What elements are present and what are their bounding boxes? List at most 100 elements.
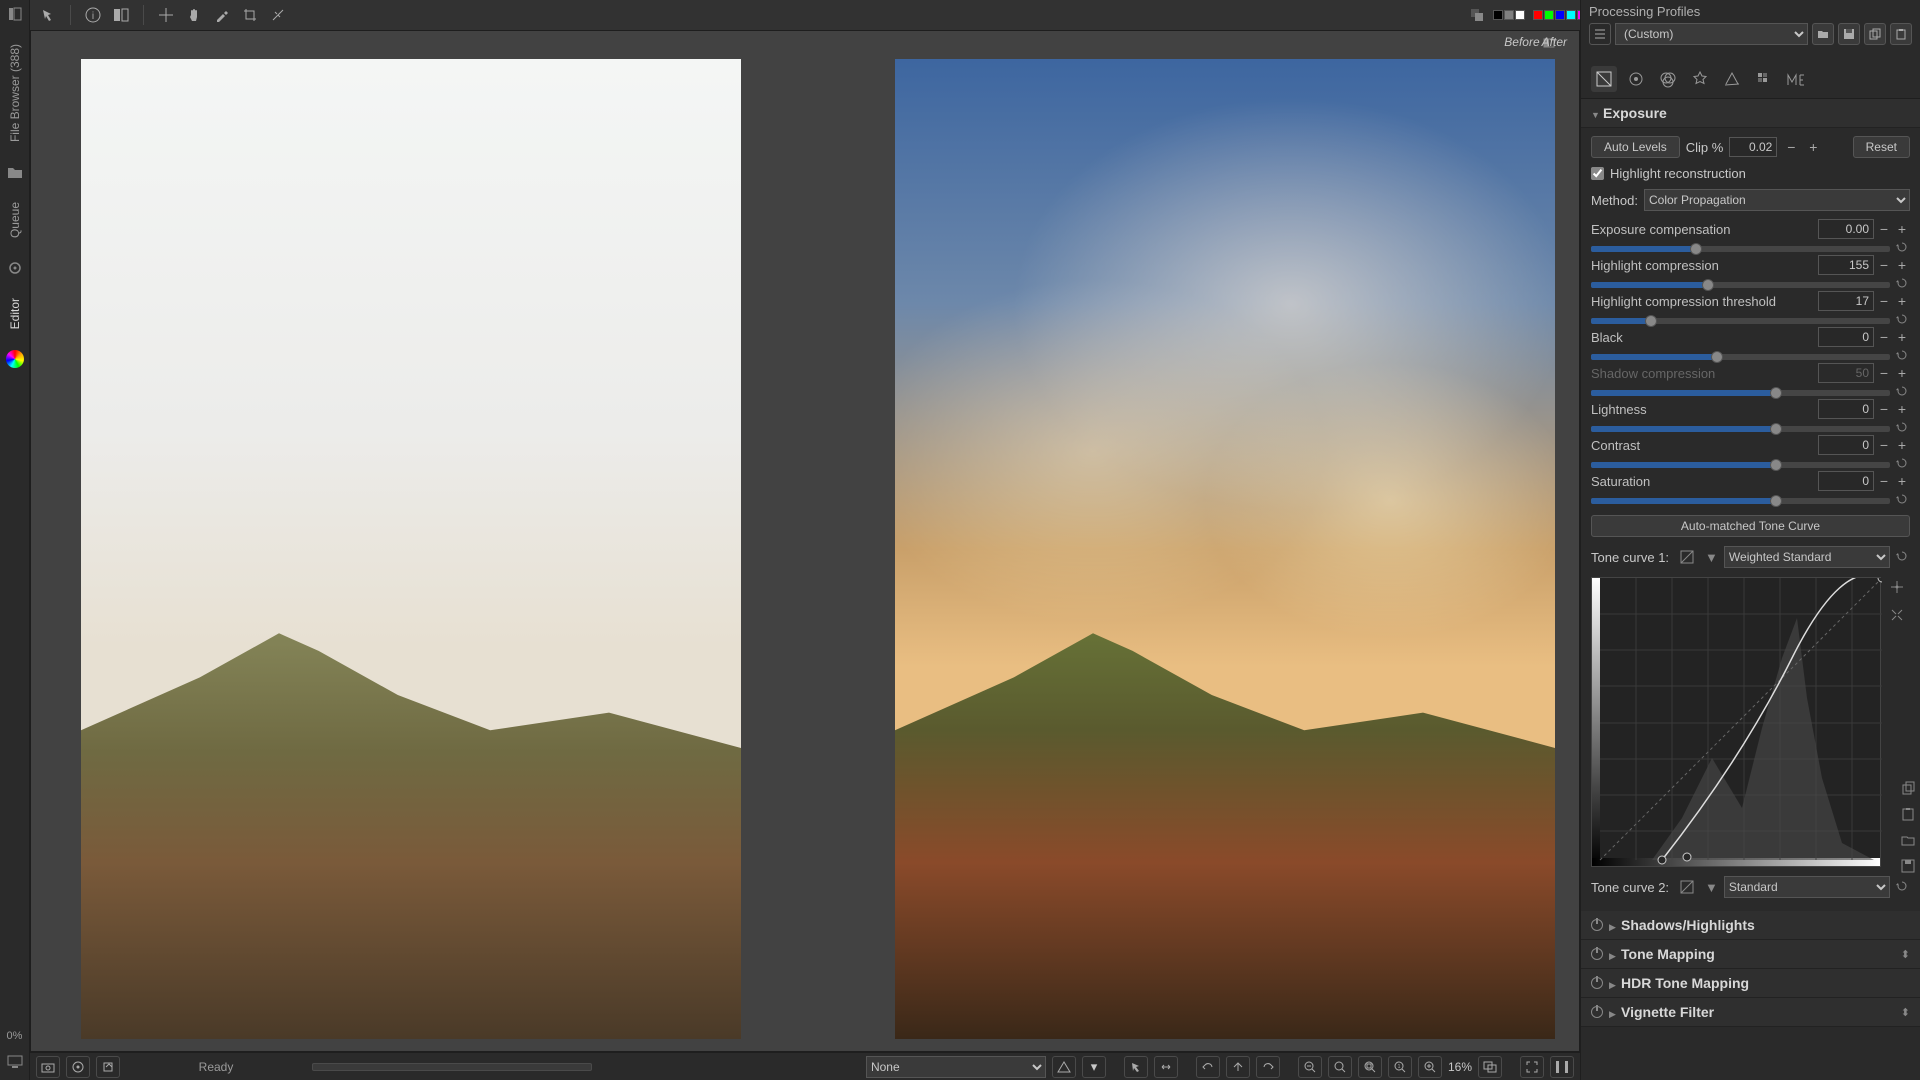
exposure-header[interactable]: Exposure [1581, 99, 1920, 128]
param-value-input[interactable] [1818, 435, 1874, 455]
tab-transform-icon[interactable] [1719, 66, 1745, 92]
reset-button[interactable]: Reset [1853, 136, 1910, 158]
save-image-icon[interactable] [36, 1056, 60, 1078]
tab-detail-icon[interactable] [1623, 66, 1649, 92]
gamut-icon[interactable] [1052, 1056, 1076, 1078]
param-minus-icon[interactable]: − [1876, 329, 1892, 345]
param-minus-icon[interactable]: − [1876, 257, 1892, 273]
image-viewer[interactable]: Before After [30, 30, 1580, 1052]
crosshair-icon[interactable] [154, 3, 178, 27]
param-plus-icon[interactable]: + [1894, 293, 1910, 309]
tc1-reset-icon[interactable] [1896, 550, 1910, 564]
tool-header-vignette-filter[interactable]: Vignette Filter⬍ [1581, 998, 1920, 1027]
auto-levels-button[interactable]: Auto Levels [1591, 136, 1680, 158]
tone-curve-editor[interactable] [1591, 577, 1881, 867]
tool-header-tone-mapping[interactable]: Tone Mapping⬍ [1581, 940, 1920, 969]
param-reset-icon[interactable] [1896, 349, 1910, 363]
color-swatch[interactable] [1493, 10, 1503, 20]
pointer-icon[interactable] [1124, 1056, 1148, 1078]
clip-minus-icon[interactable]: − [1783, 139, 1799, 155]
curve-paste-icon[interactable] [1898, 804, 1918, 824]
color-swatch[interactable] [1526, 10, 1532, 20]
picker-icon[interactable] [210, 3, 234, 27]
profile-mode-icon[interactable] [1589, 23, 1611, 45]
tool-header-hdr-tone-mapping[interactable]: HDR Tone Mapping [1581, 969, 1920, 998]
param-reset-icon[interactable] [1896, 241, 1910, 255]
color-swatch[interactable] [1566, 10, 1576, 20]
tab-editor[interactable]: Editor [6, 292, 24, 335]
curve-copy-icon[interactable] [1898, 778, 1918, 798]
color-swatch[interactable] [1504, 10, 1514, 20]
undo-icon[interactable] [1196, 1056, 1220, 1078]
curve-node-out-icon[interactable] [1887, 605, 1907, 625]
zoom-in-icon[interactable] [1418, 1056, 1442, 1078]
color-wheel-icon[interactable] [5, 349, 25, 369]
power-icon[interactable] [1591, 919, 1603, 931]
monitor-icon[interactable] [5, 1052, 25, 1072]
param-value-input[interactable] [1818, 291, 1874, 311]
hand-icon[interactable] [182, 3, 206, 27]
curve-type-chevron-icon[interactable]: ▼ [1705, 550, 1718, 565]
tone-curve-2-type-select[interactable]: Standard [1724, 876, 1890, 898]
zoom-100-icon[interactable]: 1 [1388, 1056, 1412, 1078]
param-value-input[interactable] [1818, 255, 1874, 275]
param-slider[interactable] [1591, 426, 1890, 432]
power-icon[interactable] [1591, 1006, 1603, 1018]
profile-select[interactable]: (Custom) [1615, 23, 1808, 45]
tab-exposure-icon[interactable] [1591, 66, 1617, 92]
tab-color-icon[interactable] [1655, 66, 1681, 92]
param-minus-icon[interactable]: − [1876, 293, 1892, 309]
profile-save-icon[interactable] [1838, 23, 1860, 45]
param-slider[interactable] [1591, 282, 1890, 288]
crop-icon[interactable] [238, 3, 262, 27]
color-management-select[interactable]: None [866, 1056, 1046, 1078]
param-minus-icon[interactable]: − [1876, 437, 1892, 453]
param-slider[interactable] [1591, 498, 1890, 504]
zoom-out-icon[interactable] [1298, 1056, 1322, 1078]
new-detail-window-icon[interactable] [1478, 1056, 1502, 1078]
tab-advanced-icon[interactable] [1687, 66, 1713, 92]
zoom-crop-icon[interactable] [1358, 1056, 1382, 1078]
param-plus-icon[interactable]: + [1894, 329, 1910, 345]
tab-queue[interactable]: Queue [6, 196, 24, 244]
color-swatch[interactable] [1515, 10, 1525, 20]
clip-plus-icon[interactable]: + [1805, 139, 1821, 155]
power-icon[interactable] [1591, 948, 1603, 960]
auto-matched-tone-curve-button[interactable]: Auto-matched Tone Curve [1591, 515, 1910, 537]
clip-value-input[interactable] [1729, 137, 1777, 157]
tc2-reset-icon[interactable] [1896, 880, 1910, 894]
panel-toggle-icon[interactable] [5, 4, 25, 24]
param-plus-icon[interactable]: + [1894, 221, 1910, 237]
external-editor-icon[interactable] [96, 1056, 120, 1078]
param-value-input[interactable] [1818, 219, 1874, 239]
redo-icon[interactable] [1256, 1056, 1280, 1078]
color-swatch[interactable] [1555, 10, 1565, 20]
param-value-input[interactable] [1818, 399, 1874, 419]
param-slider[interactable] [1591, 354, 1890, 360]
straighten-icon[interactable] [266, 3, 290, 27]
curve-linear-icon[interactable] [1675, 875, 1699, 899]
highlight-reconstruction-checkbox[interactable]: Highlight reconstruction [1591, 166, 1910, 181]
param-reset-icon[interactable] [1896, 277, 1910, 291]
param-reset-icon[interactable] [1896, 457, 1910, 471]
param-value-input[interactable] [1818, 327, 1874, 347]
tool-header-shadows-highlights[interactable]: Shadows/Highlights [1581, 911, 1920, 940]
nav-sync-icon[interactable] [1154, 1056, 1178, 1078]
color-swatch[interactable] [1533, 10, 1543, 20]
fullscreen-icon[interactable] [1520, 1056, 1544, 1078]
curve-node-in-icon[interactable] [1887, 577, 1907, 597]
param-slider[interactable] [1591, 462, 1890, 468]
method-select[interactable]: Color Propagation [1644, 189, 1910, 211]
info-icon[interactable]: i [81, 3, 105, 27]
softproof-icon[interactable]: ▾ [1082, 1056, 1106, 1078]
profile-load-icon[interactable] [1812, 23, 1834, 45]
param-slider[interactable] [1591, 318, 1890, 324]
arrow-tool-icon[interactable] [36, 3, 60, 27]
profile-copy-icon[interactable] [1864, 23, 1886, 45]
profile-paste-icon[interactable] [1890, 23, 1912, 45]
curve-save-icon[interactable] [1898, 856, 1918, 876]
param-minus-icon[interactable]: − [1876, 473, 1892, 489]
curve-load-icon[interactable] [1898, 830, 1918, 850]
param-reset-icon[interactable] [1896, 493, 1910, 507]
param-plus-icon[interactable]: + [1894, 257, 1910, 273]
